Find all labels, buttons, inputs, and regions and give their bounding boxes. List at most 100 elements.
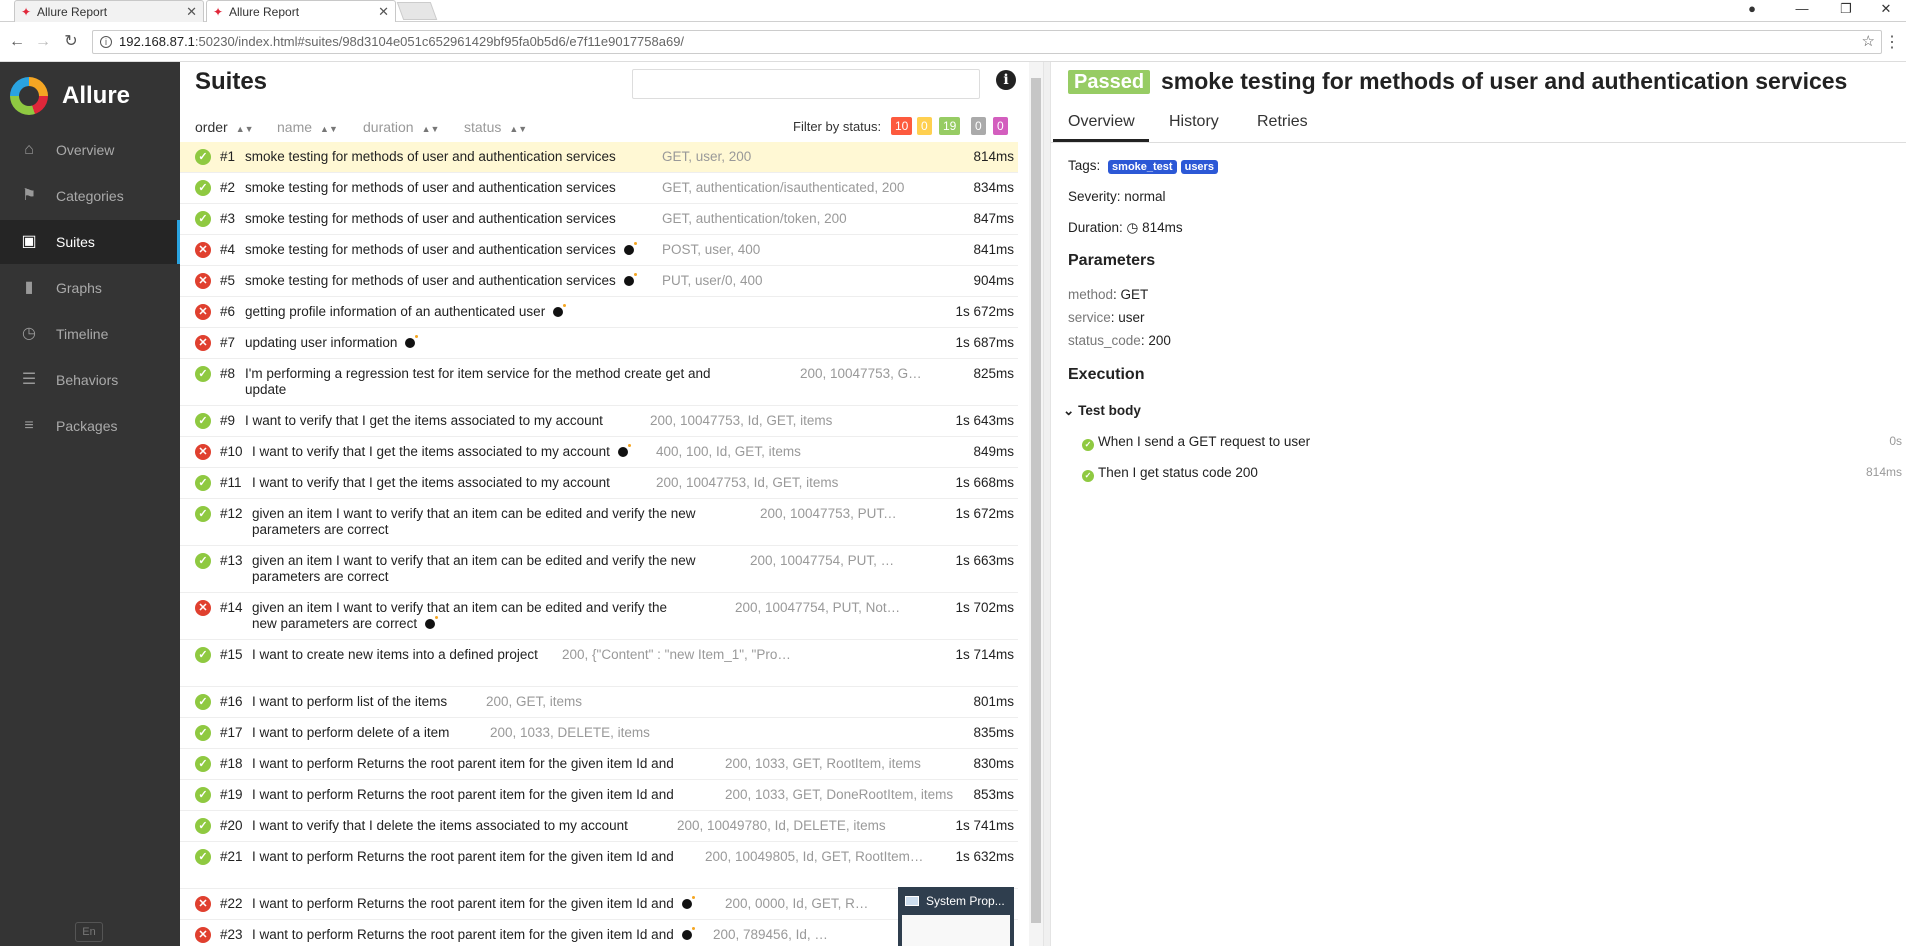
restore-button[interactable]: ❐ [1826,0,1866,20]
row-duration: 1s 714ms [955,647,1014,662]
info-icon[interactable]: i [996,70,1016,90]
sidebar-item-overview[interactable]: ⌂ Overview [0,128,180,172]
table-row[interactable]: ✕ #5 smoke testing for methods of user and… [180,266,1018,297]
table-row[interactable]: ✓ #18 I want to perform Returns the root p… [180,749,1018,780]
tag-badge[interactable]: smoke_test [1108,160,1177,174]
bookmark-star-icon[interactable]: ☆ [1862,31,1875,53]
passed-check-icon: ✓ [195,475,211,491]
sidebar-item-packages[interactable]: ≡ Packages [0,404,180,448]
sort-label: duration [363,119,414,135]
browser-tab-2[interactable]: ✦ Allure Report ✕ [206,0,396,22]
filter-label: Filter by status: [793,119,882,134]
row-parameters: 200, 10047754, PUT, Notes, ite... [735,600,905,615]
table-row[interactable]: ✓ #15 I want to create new items into a de… [180,640,1018,687]
table-row[interactable]: ✓ #2 smoke testing for methods of user and… [180,173,1018,204]
sidebar-item-categories[interactable]: ⚑ Categories [0,174,180,218]
step-row[interactable]: ✓ When I send a GET request to user 0s [1082,434,1902,451]
close-tab-icon[interactable]: ✕ [186,4,197,20]
row-number: #1 [220,149,236,164]
table-row[interactable]: ✓ #9 I want to verify that I get the items… [180,406,1018,437]
row-test-name-text: given an item I want to verify that an i… [252,600,667,631]
table-row[interactable]: ✓ #12 given an item I want to verify that … [180,499,1018,546]
passed-check-icon: ✓ [195,211,211,227]
bar-chart-icon: ▮ [24,279,34,296]
sidebar-item-suites[interactable]: ▣ Suites [0,220,180,264]
sidebar-item-timeline[interactable]: ◷ Timeline [0,312,180,356]
table-row[interactable]: ✕ #6 getting profile information of an aut… [180,297,1018,328]
back-icon[interactable]: ← [8,32,26,52]
failed-x-icon: ✕ [195,927,211,943]
search-input[interactable] [632,69,980,99]
sort-duration[interactable]: duration ▲▼ [363,119,439,135]
bomb-icon [405,335,419,348]
row-duration: 1s 663ms [955,553,1014,568]
pane-splitter[interactable] [1043,62,1051,946]
sort-order[interactable]: order ▲▼ [195,119,254,135]
filter-unknown-badge[interactable]: 0 [993,117,1008,135]
row-duration: 1s 741ms [955,818,1014,833]
table-row[interactable]: ✕ #4 smoke testing for methods of user and… [180,235,1018,266]
row-duration: 853ms [973,787,1014,802]
row-parameters: 200, {"Content" : "new Item_1", "Project… [562,647,792,662]
profile-icon[interactable]: ● [1732,0,1772,20]
browser-menu-icon[interactable]: ⋮ [1884,32,1900,52]
allure-logo[interactable]: Allure [10,74,130,118]
filter-passed-badge[interactable]: 19 [939,117,961,135]
chevron-down-icon: ⌄ [1063,403,1075,418]
sidebar-item-graphs[interactable]: ▮ Graphs [0,266,180,310]
sort-arrows-icon: ▲▼ [320,124,338,134]
minimize-button[interactable]: — [1782,0,1822,20]
step-label: Then I get status code 200 [1098,465,1258,480]
table-row[interactable]: ✕ #23 I want to perform Returns the root p… [180,920,1018,946]
language-button[interactable]: En [75,922,103,942]
filter-skipped-badge[interactable]: 0 [971,117,986,135]
table-row[interactable]: ✓ #21 I want to perform Returns the root p… [180,842,1018,889]
scrollbar-thumb[interactable] [1031,78,1041,923]
active-tab-indicator [1053,139,1149,142]
table-row[interactable]: ✕ #22 I want to perform Returns the root p… [180,889,1018,920]
row-duration: 830ms [973,756,1014,771]
sidebar-item-behaviors[interactable]: ☰ Behaviors [0,358,180,402]
table-row[interactable]: ✕ #10 I want to verify that I get the item… [180,437,1018,468]
reload-icon[interactable]: ↻ [62,32,80,52]
tab-overview[interactable]: Overview [1068,113,1135,131]
tab-history[interactable]: History [1169,113,1219,131]
new-tab-button[interactable] [396,2,438,20]
site-info-icon[interactable]: i [100,36,112,48]
row-test-name-text: given an item I want to verify that an i… [252,506,696,537]
taskbar-preview-popup[interactable]: System Prop... [898,887,1014,946]
browser-tab-1[interactable]: ✦ Allure Report ✕ [14,0,204,22]
table-row[interactable]: ✓ #19 I want to perform Returns the root p… [180,780,1018,811]
row-duration: 814ms [973,149,1014,164]
sort-status[interactable]: status ▲▼ [464,119,527,135]
logo-text: Allure [62,82,131,109]
table-row[interactable]: ✓ #13 given an item I want to verify that … [180,546,1018,593]
url-input[interactable]: i 192.168.87.1:50230/index.html#suites/9… [92,30,1882,54]
passed-check-icon: ✓ [1082,439,1094,451]
table-row[interactable]: ✓ #3 smoke testing for methods of user and… [180,204,1018,235]
table-row[interactable]: ✓ #17 I want to perform delete of a item 20… [180,718,1018,749]
step-row[interactable]: ✓ Then I get status code 200 814ms [1082,465,1902,482]
table-row[interactable]: ✓ #1 smoke testing for methods of user and… [180,142,1018,173]
table-row[interactable]: ✓ #20 I want to verify that I delete the i… [180,811,1018,842]
table-row[interactable]: ✕ #14 given an item I want to verify that … [180,593,1018,640]
table-row[interactable]: ✕ #7 updating user information 1s 687ms [180,328,1018,359]
filter-broken-badge[interactable]: 0 [917,117,932,135]
parameter-key: service [1068,310,1111,325]
close-tab-icon[interactable]: ✕ [378,4,389,20]
table-row[interactable]: ✓ #11 I want to verify that I get the item… [180,468,1018,499]
sort-name[interactable]: name ▲▼ [277,119,338,135]
forward-icon[interactable]: → [34,32,52,52]
suites-scrollbar[interactable] [1029,62,1043,946]
row-test-name-text: smoke testing for methods of user and au… [245,211,616,226]
table-row[interactable]: ✓ #16 I want to perform list of the items 2… [180,687,1018,718]
table-row[interactable]: ✓ #8 I'm performing a regression test for … [180,359,1018,406]
test-title: smoke testing for methods of user and au… [1161,68,1848,94]
test-body-toggle[interactable]: ⌄ Test body [1063,403,1141,419]
tag-badge[interactable]: users [1180,160,1218,174]
passed-check-icon: ✓ [195,694,211,710]
filter-failed-badge[interactable]: 10 [891,117,913,135]
close-window-button[interactable]: ✕ [1866,0,1906,20]
tab-retries[interactable]: Retries [1257,113,1308,131]
row-test-name: smoke testing for methods of user and au… [245,211,655,227]
